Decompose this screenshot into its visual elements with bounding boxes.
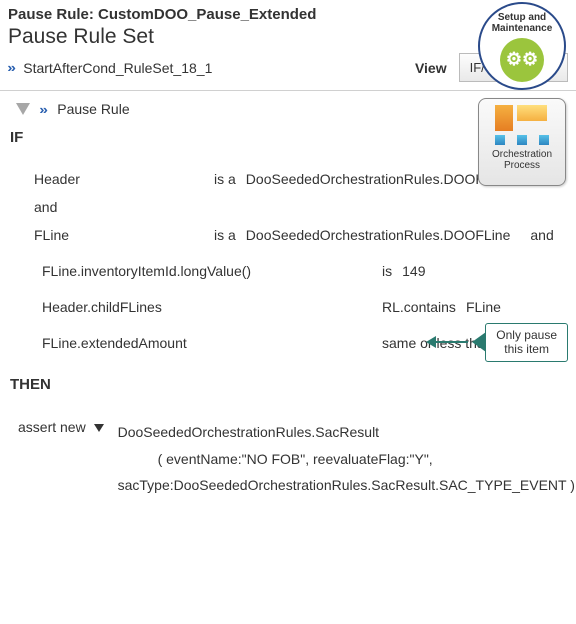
then-action-select[interactable]: assert new [18,419,104,435]
condition-operator[interactable]: is a [214,171,236,187]
condition-value[interactable]: 149 [402,263,425,279]
condition-subject[interactable]: FLine [34,227,204,243]
then-args-1[interactable]: ( eventName:"NO FOB", reevaluateFlag:"Y"… [118,446,575,473]
expand-ruleset-icon[interactable]: » [7,60,16,75]
condition-value[interactable]: DooSeededOrchestrationRules.DOOFLine [246,227,511,243]
view-label: View [415,60,447,76]
ruleset-name: StartAfterCond_RuleSet_18_1 [23,60,212,76]
then-body: DooSeededOrchestrationRules.SacResult ( … [118,419,575,499]
condition-row: FLine is a DooSeededOrchestrationRules.D… [0,217,576,253]
condition-value[interactable]: FLine [466,299,501,315]
condition-subject[interactable]: FLine.extendedAmount [42,335,302,351]
orchestration-diagram-icon [495,105,549,145]
callout-wedge-icon [472,332,486,352]
orch-label-1: Orchestration [479,149,565,160]
trailing-and: and [530,227,553,243]
chevron-down-icon [94,424,104,432]
dotted-divider [4,365,572,366]
then-class[interactable]: DooSeededOrchestrationRules.SacResult [118,419,575,446]
pause-rule-label: Pause Rule [57,101,129,117]
condition-row: Header.childFLines RL.contains FLine [0,289,576,325]
expand-rule-icon[interactable]: » [39,102,48,117]
condition-row: FLine.inventoryItemId.longValue() is 149 [0,253,576,289]
divider [0,90,576,91]
condition-operator[interactable]: RL.contains [382,299,456,315]
and-keyword: and [0,197,576,217]
gears-icon: ⚙⚙ [500,38,544,82]
callout-line-1: Only pause [496,328,557,342]
condition-subject[interactable]: FLine.inventoryItemId.longValue() [42,263,302,279]
then-action-label: assert new [18,419,86,435]
condition-subject[interactable]: Header [34,171,204,187]
orchestration-process-badge[interactable]: Orchestration Process [478,98,566,186]
condition-subject[interactable]: Header.childFLines [42,299,302,315]
then-keyword: THEN [0,370,576,399]
annotation-callout: Only pause this item [428,323,568,362]
setup-label-2: Maintenance [480,23,564,34]
orch-label-2: Process [479,160,565,171]
condition-operator[interactable]: is a [214,227,236,243]
callout-line-2: this item [504,342,549,356]
setup-maintenance-badge[interactable]: Setup and Maintenance ⚙⚙ [478,2,566,90]
condition-operator[interactable]: is [382,263,392,279]
then-args-2[interactable]: sacType:DooSeededOrchestrationRules.SacR… [118,472,575,499]
collapse-rule-icon[interactable] [16,103,30,115]
setup-label-1: Setup and [480,12,564,23]
callout-arrow-icon [428,335,472,349]
